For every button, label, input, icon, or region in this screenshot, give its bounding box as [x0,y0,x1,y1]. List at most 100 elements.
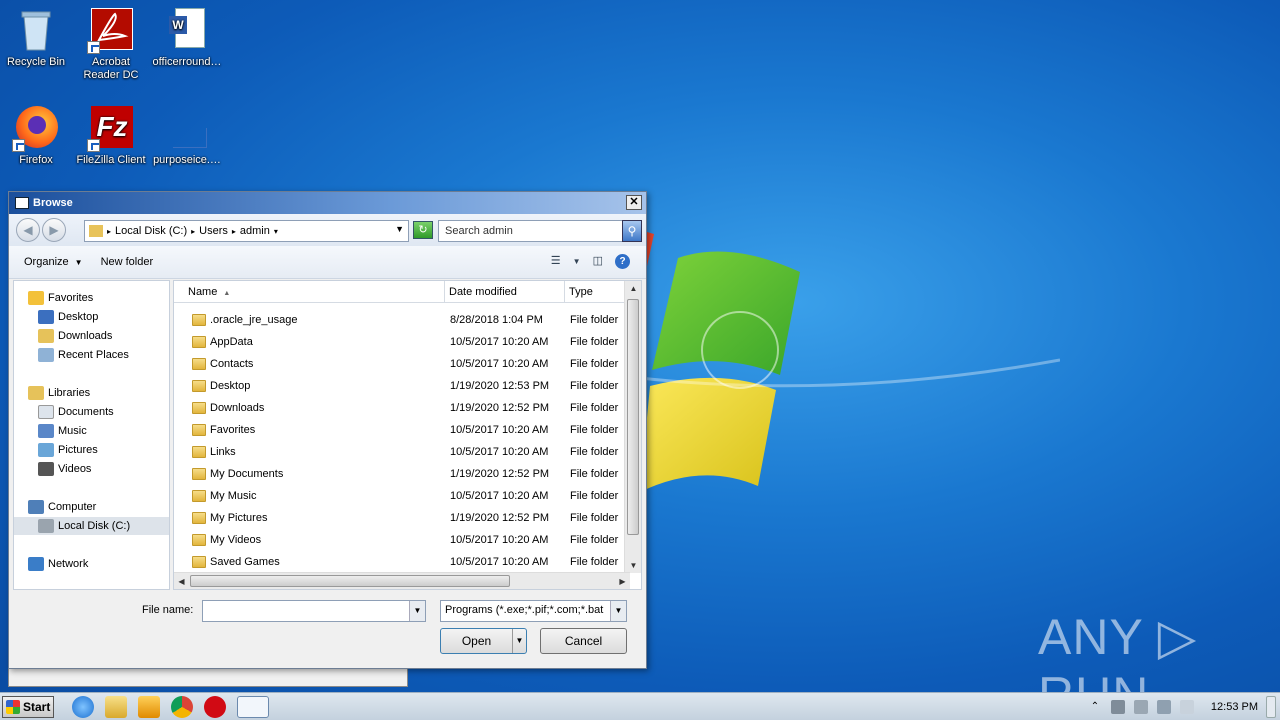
folder-icon [192,446,206,458]
date-modified-cell: 10/5/2017 10:20 AM [450,424,549,436]
desktop-icon-recycle-bin[interactable]: Recycle Bin [0,6,74,69]
action-center-icon[interactable] [1110,699,1125,714]
show-desktop-button[interactable] [1266,695,1276,718]
date-modified-cell: 10/5/2017 10:20 AM [450,446,549,458]
chevron-down-icon[interactable]: ▼ [409,601,425,621]
table-row[interactable]: My Documents 1/19/2020 12:52 PM File folde… [174,463,630,485]
address-dropdown-button[interactable]: ▼ [395,224,404,234]
open-button[interactable]: Open ▼ [440,628,527,654]
table-row[interactable]: Favorites 10/5/2017 10:20 AM File folder [174,419,630,441]
scrollbar-thumb[interactable] [627,299,639,535]
chevron-down-icon[interactable]: ▼ [573,254,581,269]
table-row[interactable]: Saved Games 10/5/2017 10:20 AM File folder [174,551,630,573]
chevron-down-icon[interactable]: ▼ [610,601,626,621]
nav-label: Videos [58,463,92,475]
desktop-icon-firefox[interactable]: Firefox [0,104,74,167]
organize-button[interactable]: Organize ▼ [24,256,83,268]
address-bar[interactable]: ▸ Local Disk (C:) ▸ Users ▸ admin ▾ ▼ [84,220,409,242]
volume-icon[interactable] [1133,699,1148,714]
desktop-icon-filezilla[interactable]: Fz FileZilla Client [73,104,149,167]
column-header-date[interactable]: Date modified [445,281,565,303]
cancel-button[interactable]: Cancel [540,628,627,654]
vertical-scrollbar[interactable]: ▲ ▼ [624,281,641,573]
nav-recent-places[interactable]: Recent Places [38,346,129,364]
breadcrumb-users[interactable]: Users [199,225,228,237]
clock[interactable]: 12:53 PM [1211,701,1258,713]
type-cell: File folder [570,380,619,392]
new-folder-button[interactable]: New folder [101,256,154,268]
show-hidden-icons-icon[interactable]: ⌃ [1088,700,1102,714]
date-modified-cell: 10/5/2017 10:20 AM [450,556,549,568]
file-name-cell: My Pictures [210,512,268,524]
background-window-edge [8,669,408,687]
nav-label: Computer [48,501,97,513]
chevron-down-icon[interactable]: ▼ [512,629,526,653]
view-controls: ☰ ▼ ◫ ? [551,254,630,269]
table-row[interactable]: My Videos 10/5/2017 10:20 AM File folder [174,529,630,551]
file-explorer-icon[interactable] [105,695,127,718]
scroll-left-icon[interactable]: ◀ [174,574,189,589]
nav-desktop[interactable]: Desktop [38,308,98,326]
flag-icon[interactable] [1179,699,1194,714]
file-name-input[interactable]: ▼ [202,600,426,622]
folder-icon [192,512,206,524]
file-type-select[interactable]: Programs (*.exe;*.pif;*.com;*.bat ▼ [440,600,627,622]
start-button[interactable]: Start [2,695,54,718]
scroll-right-icon[interactable]: ▶ [615,574,630,589]
nav-pictures[interactable]: Pictures [38,441,98,459]
nav-documents[interactable]: Documents [38,403,114,421]
table-row[interactable]: Links 10/5/2017 10:20 AM File folder [174,441,630,463]
internet-explorer-icon[interactable] [72,695,94,718]
nav-local-disk[interactable]: Local Disk (C:) [14,517,169,535]
back-button[interactable]: ◀ [16,218,40,242]
file-name-cell: Favorites [210,424,256,436]
view-options-icon[interactable]: ☰ [551,254,561,269]
nav-music[interactable]: Music [38,422,87,440]
scroll-up-icon[interactable]: ▲ [626,281,641,296]
music-icon [38,424,54,439]
search-input[interactable]: Search admin [438,220,623,242]
chevron-right-icon: ▸ [191,226,196,236]
nav-network[interactable]: Network [28,555,88,573]
nav-favorites[interactable]: Favorites [28,289,93,307]
table-row[interactable]: Desktop 1/19/2020 12:53 PM File folder [174,375,630,397]
breadcrumb-local-disk[interactable]: Local Disk (C:) [115,225,187,237]
scroll-down-icon[interactable]: ▼ [626,558,641,573]
table-row[interactable]: AppData 10/5/2017 10:20 AM File folder [174,331,630,353]
column-header-name[interactable]: Name ▲ [174,281,445,303]
date-modified-cell: 1/19/2020 12:52 PM [450,402,550,414]
table-row[interactable]: Downloads 1/19/2020 12:52 PM File folder [174,397,630,419]
close-button[interactable]: ✕ [626,195,642,210]
preview-pane-icon[interactable]: ◫ [593,254,603,269]
computer-icon [28,500,44,515]
table-row[interactable]: .oracle_jre_usage 8/28/2018 1:04 PM File f… [174,309,630,331]
scrollbar-thumb[interactable] [190,575,510,587]
help-icon[interactable]: ? [615,254,630,269]
date-modified-cell: 1/19/2020 12:53 PM [450,380,550,392]
table-row[interactable]: My Music 10/5/2017 10:20 AM File folder [174,485,630,507]
horizontal-scrollbar[interactable]: ◀ ▶ [174,572,630,589]
desktop-icon-purposeice[interactable]: purposeice.… [149,104,225,167]
table-row[interactable]: My Pictures 1/19/2020 12:52 PM File folder [174,507,630,529]
nav-downloads[interactable]: Downloads [38,327,112,345]
media-player-icon[interactable] [138,695,160,718]
opera-icon[interactable] [204,695,226,718]
refresh-button[interactable]: ↻ [413,221,433,239]
desktop-icon-word-doc[interactable]: W officerround… [149,6,225,69]
recent-places-icon [38,348,54,363]
chrome-icon[interactable] [171,695,193,718]
desktop-icon-acrobat[interactable]: Acrobat Reader DC [73,6,149,82]
breadcrumb-admin[interactable]: admin [240,225,270,237]
search-icon[interactable]: ⚲ [622,220,642,242]
forward-button[interactable]: ▶ [42,218,66,242]
file-name-cell: My Music [210,490,257,502]
table-row[interactable]: Contacts 10/5/2017 10:20 AM File folder [174,353,630,375]
nav-videos[interactable]: Videos [38,460,91,478]
nav-computer[interactable]: Computer [28,498,96,516]
dialog-titlebar[interactable]: Browse ✕ [9,192,646,214]
folder-icon [192,336,206,348]
nav-label: Pictures [58,444,98,456]
browse-dialog-task-icon[interactable] [237,695,269,718]
network-tray-icon[interactable] [1156,699,1171,714]
nav-libraries[interactable]: Libraries [28,384,90,402]
